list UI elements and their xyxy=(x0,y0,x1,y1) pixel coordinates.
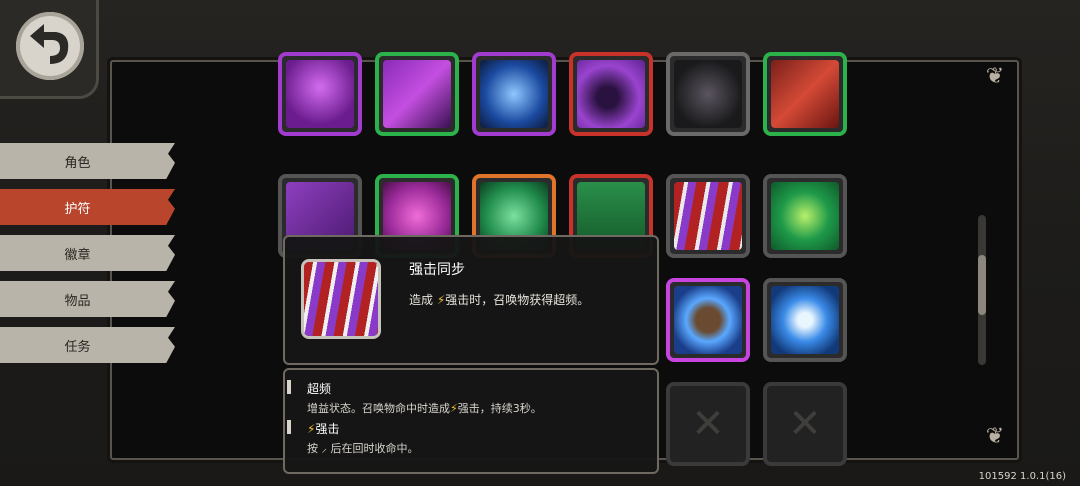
charm-slot[interactable] xyxy=(666,174,750,258)
sword-icon: ⸝ xyxy=(321,442,328,455)
empty-x-icon: ✕ xyxy=(691,401,725,447)
glossary-text-a: 增益状态。召唤物命中时造成 xyxy=(307,402,450,415)
charm-icon xyxy=(301,259,381,339)
charm-slot[interactable] xyxy=(278,52,362,136)
tab-quests[interactable]: 任务 xyxy=(0,327,175,363)
empty-slot[interactable]: ✕ xyxy=(763,382,847,466)
charm-description: 造成 ⚡强击时，召唤物获得超频。 xyxy=(409,291,589,308)
glossary-text-overclock: 增益状态。召唤物命中时造成⚡强击，持续3秒。 xyxy=(307,400,542,416)
tab-items[interactable]: 物品 xyxy=(0,281,175,317)
keyword-glossary: 超频 增益状态。召唤物命中时造成⚡强击，持续3秒。 ⚡强击 按 ⸝ 后在回时收命… xyxy=(283,368,659,474)
version-label: 101592 1.0.1(16) xyxy=(978,471,1066,482)
back-button[interactable] xyxy=(0,0,99,99)
empty-x-icon: ✕ xyxy=(788,401,822,447)
tab-badges[interactable]: 徽章 xyxy=(0,235,175,271)
glossary-title-strike: ⚡强击 xyxy=(307,420,339,437)
corner-ornament-top-icon: ❦ xyxy=(985,64,1005,89)
charm-slot[interactable] xyxy=(569,52,653,136)
desc-suffix: 时，召唤物获得超频。 xyxy=(469,293,590,307)
desc-prefix: 造成 xyxy=(409,293,434,307)
back-icon xyxy=(16,12,84,80)
charm-slot[interactable] xyxy=(763,52,847,136)
charm-slot[interactable] xyxy=(375,52,459,136)
entry-marker xyxy=(287,380,291,394)
scroll-thumb[interactable] xyxy=(978,255,986,315)
category-tabs: 角色 护符 徽章 物品 任务 xyxy=(0,143,175,373)
strike-icon: ⚡ xyxy=(450,402,458,415)
glossary-text-b: 后在回时收命中。 xyxy=(330,442,419,455)
glossary-title-strike-text: 强击 xyxy=(315,422,340,436)
desc-keyword: 强击 xyxy=(445,293,470,307)
tab-character[interactable]: 角色 xyxy=(0,143,175,179)
corner-ornament-bottom-icon: ❦ xyxy=(985,424,1005,449)
charm-slot[interactable] xyxy=(763,174,847,258)
glossary-text-b: ，持续3秒。 xyxy=(479,402,542,415)
glossary-text-strike: 按 ⸝ 后在回时收命中。 xyxy=(307,440,419,456)
charm-slot[interactable] xyxy=(666,52,750,136)
charm-title: 强击同步 xyxy=(409,262,465,278)
empty-slot[interactable]: ✕ xyxy=(666,382,750,466)
glossary-keyword: 强击 xyxy=(457,402,480,415)
glossary-text-a: 按 xyxy=(307,442,318,455)
charm-slot[interactable] xyxy=(763,278,847,362)
scrollbar[interactable] xyxy=(978,215,986,365)
charm-tooltip: 强击同步 造成 ⚡强击时，召唤物获得超频。 xyxy=(283,235,659,365)
tab-charms[interactable]: 护符 xyxy=(0,189,175,225)
charm-slot[interactable] xyxy=(666,278,750,362)
glossary-title-overclock: 超频 xyxy=(307,382,332,396)
entry-marker xyxy=(287,420,291,434)
charm-slot[interactable] xyxy=(472,52,556,136)
